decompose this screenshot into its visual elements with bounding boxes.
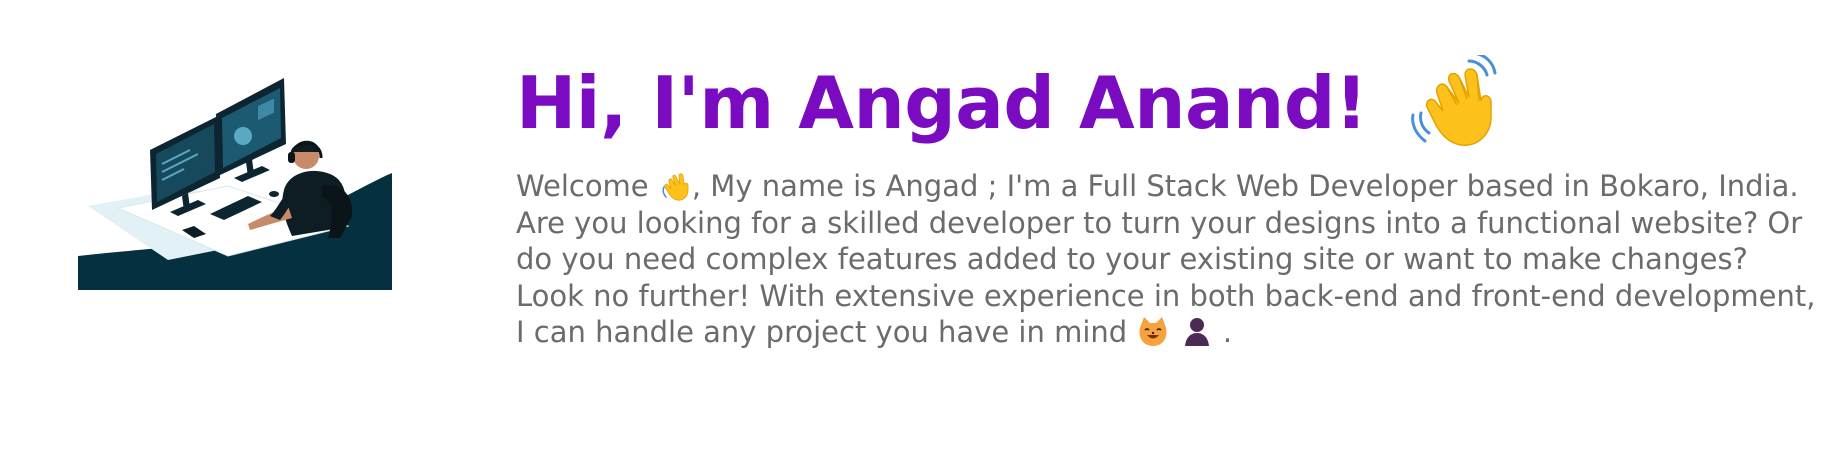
intro-text-column: Hi, I'm Angad Anand! Welcome , My name i… <box>516 48 1816 351</box>
intro-paragraph: Welcome , My name is Angad ; I'm a Full … <box>516 168 1816 351</box>
developer-at-desk-illustration <box>78 78 392 290</box>
intro-end: . <box>1222 315 1233 349</box>
hero-section: Hi, I'm Angad Anand! Welcome , My name i… <box>0 0 1832 462</box>
smiling-cat-icon <box>1136 315 1170 347</box>
page-title: Hi, I'm Angad Anand! <box>516 48 1816 158</box>
waving-hand-icon <box>658 169 692 201</box>
waving-hand-icon <box>1407 51 1503 151</box>
headline-text: Hi, I'm Angad Anand! <box>516 61 1368 145</box>
person-silhouette-icon <box>1180 315 1214 347</box>
intro-welcome: Welcome <box>516 169 649 203</box>
